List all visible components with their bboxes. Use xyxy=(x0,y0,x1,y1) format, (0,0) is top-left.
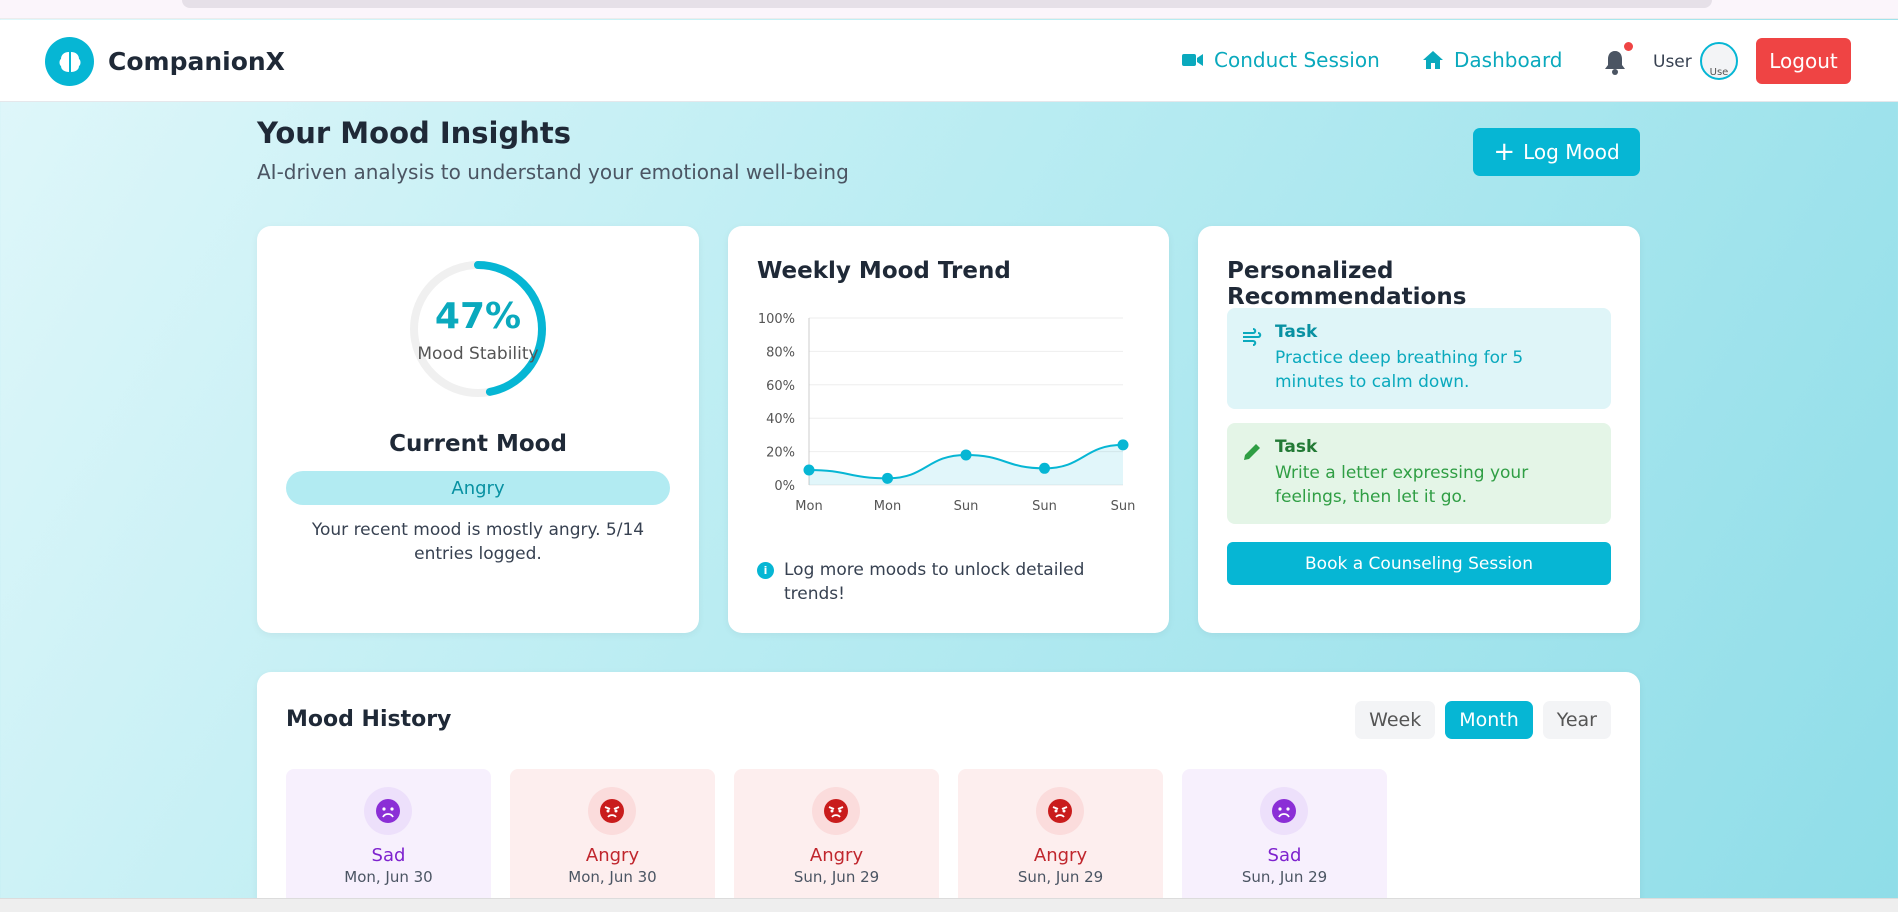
trend-point[interactable] xyxy=(1039,462,1050,474)
recommendation-heading: Task xyxy=(1275,437,1318,457)
y-tick-label: 100% xyxy=(758,312,795,327)
angry-face-icon xyxy=(588,787,636,835)
trend-point[interactable] xyxy=(1117,439,1129,451)
recommendation-text: Practice deep breathing for 5 minutes to… xyxy=(1275,348,1524,392)
x-tick-label: Sun xyxy=(954,499,979,514)
notification-dot xyxy=(1624,42,1633,51)
y-tick-label: 80% xyxy=(766,345,795,360)
sad-face-icon xyxy=(1260,787,1308,835)
angry-face-icon xyxy=(812,787,860,835)
info-icon: i xyxy=(757,562,774,579)
brand-name[interactable]: CompanionX xyxy=(108,47,285,76)
trend-chart: 0% 20% 40% 60% 80% 100% Mon Mon Sun Sun Sun xyxy=(758,312,1136,514)
trend-point[interactable] xyxy=(803,464,815,476)
trend-note-text: Log more moods to unlock detailed trends… xyxy=(784,560,1085,604)
recommendation-item[interactable]: Task Practice deep breathing for 5 minut… xyxy=(1227,308,1611,409)
history-title: Mood History xyxy=(286,707,452,732)
history-entry[interactable]: Sad Mon, Jun 30 xyxy=(286,769,491,912)
x-tick-label: Sun xyxy=(1111,499,1136,514)
sad-face-icon xyxy=(364,787,412,835)
recommendation-text: Write a letter expressing your feelings,… xyxy=(1275,463,1529,507)
x-tick-label: Mon xyxy=(795,499,822,514)
recommendation-item[interactable]: Task Write a letter expressing your feel… xyxy=(1227,423,1611,524)
nav-conduct-session[interactable]: Conduct Session xyxy=(1182,48,1380,72)
brain-logo-icon[interactable] xyxy=(45,37,94,86)
entry-date: Sun, Jun 29 xyxy=(1017,868,1104,886)
logout-button[interactable]: Logout xyxy=(1756,38,1851,84)
history-entry[interactable]: Angry Sun, Jun 29 xyxy=(734,769,939,912)
pencil-icon xyxy=(1244,444,1260,460)
x-tick-label: Mon xyxy=(874,499,901,514)
weekly-trend-card: Weekly Mood Trend 0% 20% 40% 60% 80% 100% Mon M… xyxy=(728,226,1169,633)
range-tabs: Week Month Year xyxy=(1355,701,1611,739)
history-entry[interactable]: Angry Mon, Jun 30 xyxy=(510,769,715,912)
home-icon xyxy=(1423,51,1443,69)
trend-point[interactable] xyxy=(960,449,972,461)
notification-bell-icon[interactable] xyxy=(1603,42,1633,76)
recommendations-title: Personalized Recommendations xyxy=(1227,258,1467,310)
entry-date: Sun, Jun 29 xyxy=(1241,868,1328,886)
recommendations-card: Personalized Recommendations Task Practi… xyxy=(1198,226,1640,633)
y-tick-label: 60% xyxy=(766,379,795,394)
history-entries: Sad Mon, Jun 30 Angry Mon, Jun 30 Angry … xyxy=(286,769,1387,912)
entry-date: Sun, Jun 29 xyxy=(793,868,880,886)
stability-percent: 47% xyxy=(434,296,522,337)
history-entry[interactable]: Angry Sun, Jun 29 xyxy=(958,769,1163,912)
current-mood-description: Your recent mood is mostly angry. 5/14 e… xyxy=(311,520,645,564)
mood-stability-card: 47% Mood Stability Current Mood Angry Yo… xyxy=(257,226,699,633)
trend-point[interactable] xyxy=(882,472,893,484)
trend-title: Weekly Mood Trend xyxy=(757,258,1011,284)
entry-mood: Angry xyxy=(1033,845,1088,866)
avatar-alt-text: Use xyxy=(1709,67,1729,78)
stability-label: Mood Stability xyxy=(417,344,539,364)
navbar: CompanionX Conduct Session Dashboard Use… xyxy=(0,20,1898,102)
recommendation-heading: Task xyxy=(1275,322,1318,342)
log-mood-label: Log Mood xyxy=(1523,140,1620,164)
taskbar xyxy=(0,898,1898,912)
avatar[interactable]: Use xyxy=(1700,42,1738,80)
angry-face-icon xyxy=(1036,787,1084,835)
entry-date: Mon, Jun 30 xyxy=(344,868,433,886)
user-label: User xyxy=(1653,52,1692,72)
log-mood-button[interactable]: + Log Mood xyxy=(1473,128,1640,176)
nav-dashboard[interactable]: Dashboard xyxy=(1422,48,1563,72)
tab-month[interactable]: Month xyxy=(1445,701,1533,739)
y-tick-label: 40% xyxy=(766,412,795,427)
address-bar[interactable] xyxy=(182,0,1712,8)
tab-week[interactable]: Week xyxy=(1355,701,1436,739)
wind-icon xyxy=(1243,328,1262,346)
tab-year[interactable]: Year xyxy=(1542,701,1611,739)
history-entry[interactable]: Sad Sun, Jun 29 xyxy=(1182,769,1387,912)
plus-icon: + xyxy=(1493,137,1516,167)
trend-note: i Log more moods to unlock detailed tren… xyxy=(757,558,1137,606)
y-tick-label: 20% xyxy=(766,446,795,461)
page-title: Your Mood Insights xyxy=(257,116,572,150)
nav-conduct-session-label: Conduct Session xyxy=(1214,48,1380,72)
entry-mood: Angry xyxy=(585,845,640,866)
y-tick-label: 0% xyxy=(774,479,795,494)
nav-dashboard-label: Dashboard xyxy=(1454,48,1563,72)
video-camera-icon xyxy=(1182,54,1203,66)
entry-mood: Sad xyxy=(371,845,406,866)
page-subtitle: AI-driven analysis to understand your em… xyxy=(257,160,849,184)
current-mood-badge: Angry xyxy=(286,471,670,505)
x-tick-label: Sun xyxy=(1032,499,1057,514)
entry-date: Mon, Jun 30 xyxy=(568,868,657,886)
entry-mood: Angry xyxy=(809,845,864,866)
mood-history-card: Mood History Week Month Year Sad Mon, Ju… xyxy=(257,672,1640,912)
book-counseling-button[interactable]: Book a Counseling Session xyxy=(1227,542,1611,585)
entry-mood: Sad xyxy=(1267,845,1302,866)
browser-top-bar xyxy=(0,0,1898,19)
current-mood-title: Current Mood xyxy=(389,431,567,457)
